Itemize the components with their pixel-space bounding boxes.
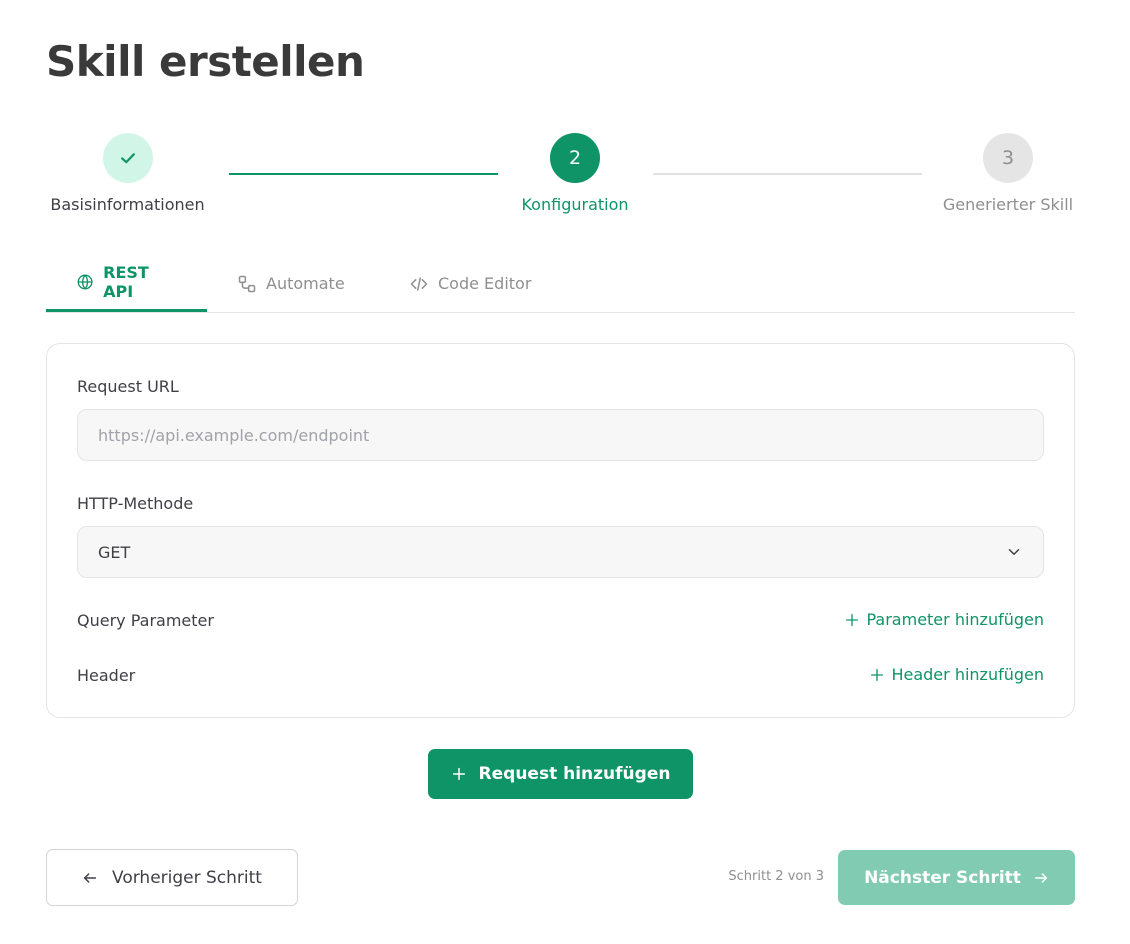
check-icon [120, 153, 135, 164]
next-step-button[interactable]: Nächster Schritt [838, 850, 1075, 905]
arrow-left-icon [83, 872, 97, 883]
code-icon [410, 276, 428, 291]
step-1-label: Basisinformationen [50, 195, 205, 214]
skill-create-page: Skill erstellen Basisinformationen 2 Kon… [0, 0, 1130, 944]
step-generierter-skill: 3 Generierter Skill [940, 133, 1076, 214]
request-url-input[interactable] [77, 409, 1044, 461]
request-url-label: Request URL [77, 377, 179, 396]
step-2-circle: 2 [550, 133, 600, 183]
http-method-select[interactable]: GET [77, 526, 1044, 578]
step-counter: Schritt 2 von 3 [728, 869, 824, 884]
tab-code-editor-label: Code Editor [438, 274, 532, 293]
config-tabs: REST API Automate Code Editor [46, 255, 1075, 313]
tab-automate-label: Automate [266, 274, 345, 293]
plus-icon [846, 613, 859, 626]
add-parameter-link[interactable]: Parameter hinzufügen [844, 610, 1044, 629]
step-3-circle: 3 [983, 133, 1033, 183]
step-konfiguration: 2 Konfiguration [505, 133, 645, 214]
tab-rest-api-label: REST API [103, 263, 149, 301]
tab-code-editor[interactable]: Code Editor [379, 255, 569, 312]
rest-api-config-card: Request URL HTTP-Methode GET Query Param… [46, 343, 1075, 718]
page-title: Skill erstellen [46, 37, 365, 86]
arrow-right-icon [1034, 872, 1047, 883]
add-request-button[interactable]: Request hinzufügen [428, 749, 693, 799]
step-1-circle [102, 133, 153, 183]
previous-step-button[interactable]: Vorheriger Schritt [46, 849, 298, 906]
chevron-down-icon [1008, 549, 1020, 555]
http-method-label: HTTP-Methode [77, 494, 194, 513]
tab-automate[interactable]: Automate [207, 255, 379, 312]
step-2-label: Konfiguration [521, 195, 629, 214]
plus-icon [452, 767, 465, 781]
query-parameter-label: Query Parameter [77, 611, 214, 630]
workflow-icon [238, 275, 256, 292]
next-step-label: Nächster Schritt [864, 867, 1021, 888]
header-label: Header [77, 666, 136, 685]
step-connector-completed [229, 173, 498, 175]
step-connector-upcoming [653, 173, 922, 175]
add-header-link[interactable]: Header hinzufügen [869, 665, 1044, 684]
step-3-label: Generierter Skill [942, 195, 1074, 214]
previous-step-label: Vorheriger Schritt [112, 867, 262, 888]
http-method-value: GET [98, 542, 131, 562]
tab-rest-api[interactable]: REST API [46, 255, 207, 312]
add-request-label: Request hinzufügen [478, 764, 671, 784]
plus-icon [871, 668, 884, 681]
globe-icon [77, 274, 93, 290]
add-parameter-label: Parameter hinzufügen [866, 610, 1044, 629]
add-header-label: Header hinzufügen [891, 665, 1044, 684]
step-basisinformationen: Basisinformationen [46, 133, 209, 214]
